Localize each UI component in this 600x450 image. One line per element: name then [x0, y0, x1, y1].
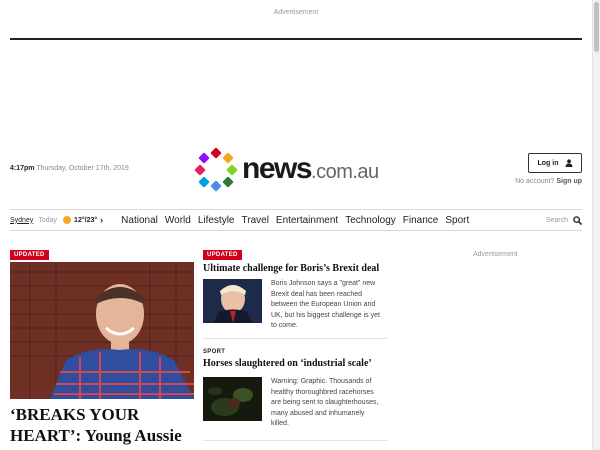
- nav-top-divider: [10, 209, 582, 210]
- nav-item-world[interactable]: World: [165, 215, 191, 226]
- search-icon[interactable]: [573, 215, 582, 225]
- sun-icon: [63, 216, 72, 224]
- main-nav: Sydney Today 12°/23° › National World Li…: [10, 212, 582, 228]
- site-logo[interactable]: news.com.au: [194, 147, 401, 192]
- story-1-photo: [203, 279, 262, 323]
- story-2-thumbnail[interactable]: [203, 377, 262, 421]
- story-1-blurb: Boris Johnson says a "great" new Brexit …: [271, 280, 380, 329]
- date-time: 4:17pm Thursday, October 17th, 2019: [10, 165, 129, 172]
- page-scrollbar[interactable]: [592, 0, 600, 450]
- nav-item-finance[interactable]: Finance: [403, 215, 439, 226]
- weather-widget[interactable]: Today 12°/23°: [38, 216, 97, 224]
- story-1-thumbnail[interactable]: [203, 279, 262, 323]
- current-date: Thursday, October 17th, 2019: [36, 165, 129, 172]
- search-label: Search: [545, 216, 568, 224]
- story-2: SPORT Horses slaughtered on ‘industrial …: [203, 349, 388, 427]
- side-advertisement-label: Advertisement: [473, 251, 518, 258]
- logo-suffix-text: .com.au: [311, 161, 379, 183]
- scrollbar-thumb[interactable]: [594, 2, 599, 52]
- hero-image[interactable]: [10, 262, 194, 399]
- current-time: 4:17pm: [10, 165, 35, 172]
- logo-main-text: news: [242, 152, 313, 185]
- chevron-right-icon[interactable]: ›: [100, 215, 103, 225]
- weather-temps: 12°/23°: [74, 216, 98, 224]
- top-ad-divider: [10, 38, 582, 40]
- hero-photo-illustration: [10, 262, 194, 399]
- story-1: Ultimate challenge for Boris’s Brexit de…: [203, 263, 388, 329]
- login-label: Log in: [537, 159, 559, 167]
- location-city[interactable]: Sydney: [10, 217, 33, 224]
- nav-item-entertainment[interactable]: Entertainment: [276, 215, 338, 226]
- weather-day: Today: [38, 216, 58, 224]
- login-button[interactable]: Log in: [528, 153, 582, 173]
- nav-item-lifestyle[interactable]: Lifestyle: [198, 215, 235, 226]
- story-divider: [203, 440, 388, 441]
- section-menu: National World Lifestyle Travel Entertai…: [121, 215, 469, 226]
- nav-item-technology[interactable]: Technology: [345, 215, 396, 226]
- search-control[interactable]: Search: [545, 215, 582, 225]
- story-1-title[interactable]: Ultimate challenge for Boris’s Brexit de…: [203, 263, 388, 275]
- signup-link[interactable]: Sign up: [556, 178, 582, 185]
- story-1-updated-badge: UPDATED: [203, 250, 242, 260]
- story-2-photo: [203, 377, 262, 421]
- story-divider: [203, 338, 388, 339]
- story-2-blurb: Warning: Graphic. Thousands of healthy t…: [271, 378, 379, 427]
- hero-headline[interactable]: ‘BREAKS YOUR HEART’: Young Aussie dad: [10, 404, 200, 450]
- story-2-kicker[interactable]: SPORT: [203, 349, 388, 355]
- nav-bottom-divider: [10, 230, 582, 231]
- no-account-text: No account?: [515, 178, 555, 185]
- logo-dots-icon: [194, 147, 238, 192]
- top-advertisement-label: Advertisement: [273, 9, 319, 16]
- no-account-prompt: No account? Sign up: [515, 178, 582, 185]
- nav-item-national[interactable]: National: [121, 215, 158, 226]
- nav-item-travel[interactable]: Travel: [242, 215, 269, 226]
- hero-updated-badge: UPDATED: [10, 250, 49, 260]
- user-icon: [565, 159, 572, 167]
- nav-item-sport[interactable]: Sport: [445, 215, 469, 226]
- story-2-title[interactable]: Horses slaughtered on ‘industrial scale’: [203, 358, 388, 370]
- logo-wordmark: news.com.au: [242, 153, 379, 188]
